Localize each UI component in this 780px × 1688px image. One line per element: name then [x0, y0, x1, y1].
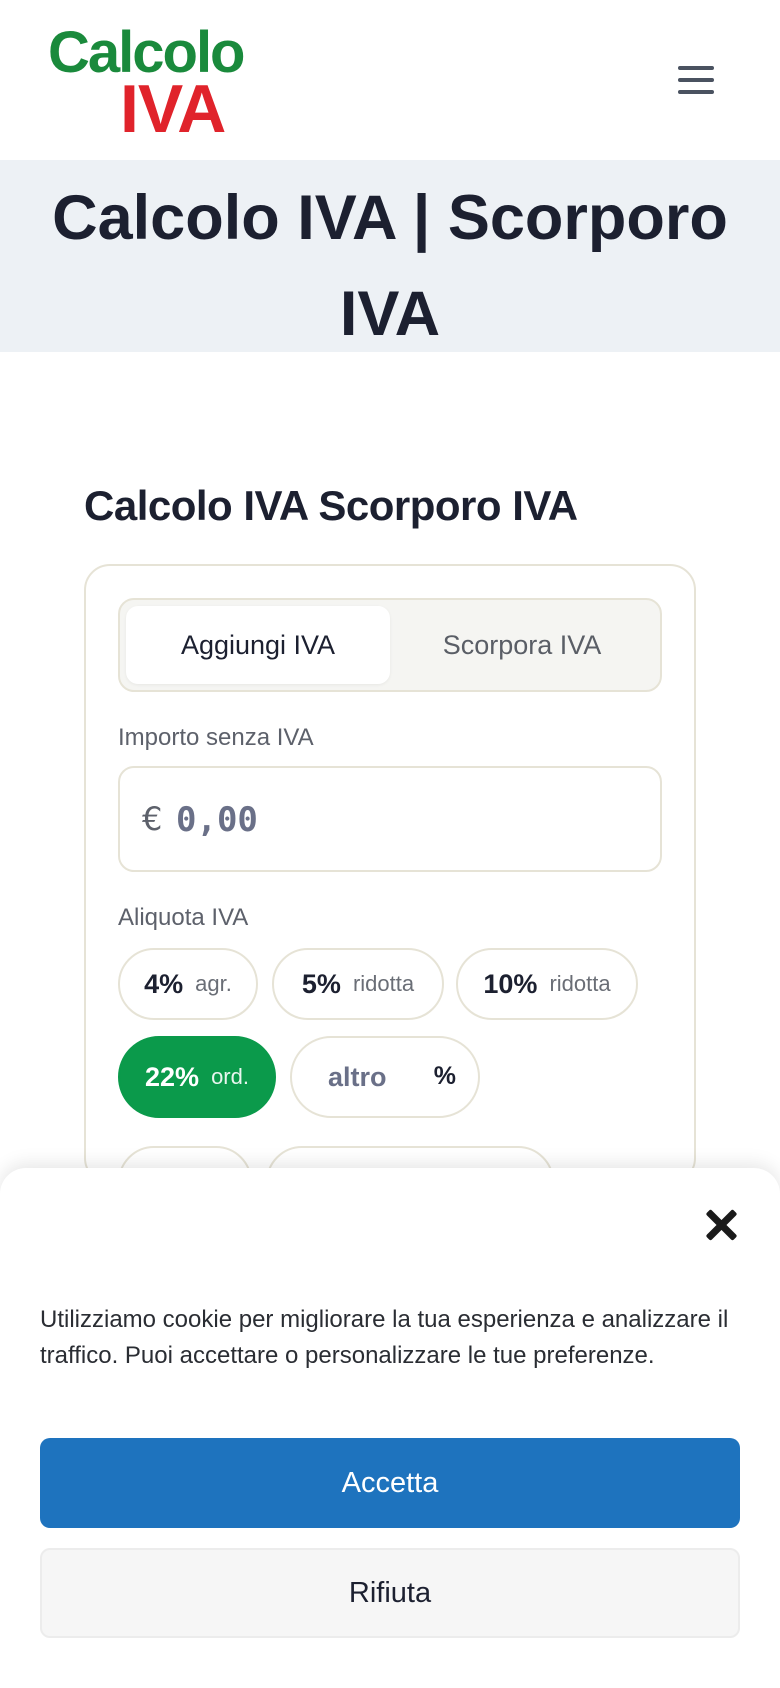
- rate-value: 4%: [144, 968, 184, 999]
- reject-cookies-button[interactable]: Rifiuta: [40, 1548, 740, 1638]
- rate-label: Aliquota IVA: [118, 904, 249, 931]
- close-icon[interactable]: [700, 1206, 740, 1246]
- rate-option-4[interactable]: 4% agr.: [118, 948, 258, 1020]
- percent-suffix: %: [433, 1062, 456, 1090]
- rate-description: ridotta: [549, 971, 611, 996]
- accept-cookies-button[interactable]: Accetta: [40, 1438, 740, 1528]
- tab-scorpora-iva[interactable]: Scorpora IVA: [390, 606, 654, 684]
- cookie-message: Utilizziamo cookie per migliorare la tua…: [40, 1306, 729, 1369]
- rate-description: ridotta: [352, 971, 415, 996]
- other-rate-input[interactable]: [328, 1061, 418, 1093]
- mode-tabs: Aggiungi IVA Scorpora IVA: [118, 598, 662, 692]
- hamburger-menu-icon[interactable]: [672, 62, 720, 98]
- site-logo[interactable]: Calcolo IVA: [48, 22, 268, 145]
- menu-bar: [678, 78, 714, 82]
- rate-option-10[interactable]: 10% ridotta: [456, 948, 638, 1020]
- tab-aggiungi-iva[interactable]: Aggiungi IVA: [126, 606, 390, 684]
- site-header: Calcolo IVA: [0, 0, 780, 160]
- rate-description: agr.: [195, 971, 232, 996]
- rate-value: 5%: [301, 968, 341, 999]
- menu-bar: [678, 66, 714, 70]
- logo-word-iva: IVA: [120, 71, 226, 147]
- amount-input[interactable]: [176, 790, 636, 850]
- calculator-heading: Calcolo IVA Scorporo IVA: [84, 482, 578, 529]
- rate-value: 22%: [145, 1061, 200, 1092]
- menu-bar: [678, 90, 714, 94]
- rate-description: ord.: [211, 1064, 249, 1089]
- title-band: Calcolo IVA | Scorporo IVA: [0, 160, 780, 352]
- page-title: Calcolo IVA | Scorporo IVA: [52, 183, 728, 349]
- rate-option-22-selected[interactable]: 22% ord.: [118, 1036, 276, 1118]
- amount-label: Importo senza IVA: [118, 724, 314, 751]
- amount-input-box: €: [118, 766, 662, 872]
- rate-option-other: %: [290, 1036, 480, 1118]
- rate-value: 10%: [483, 968, 538, 999]
- vat-calculator-card: Aggiungi IVA Scorpora IVA Importo senza …: [84, 564, 696, 1218]
- rate-option-5[interactable]: 5% ridotta: [272, 948, 444, 1020]
- cookie-consent-banner: Utilizziamo cookie per migliorare la tua…: [0, 1168, 780, 1688]
- euro-currency-symbol: €: [142, 800, 163, 838]
